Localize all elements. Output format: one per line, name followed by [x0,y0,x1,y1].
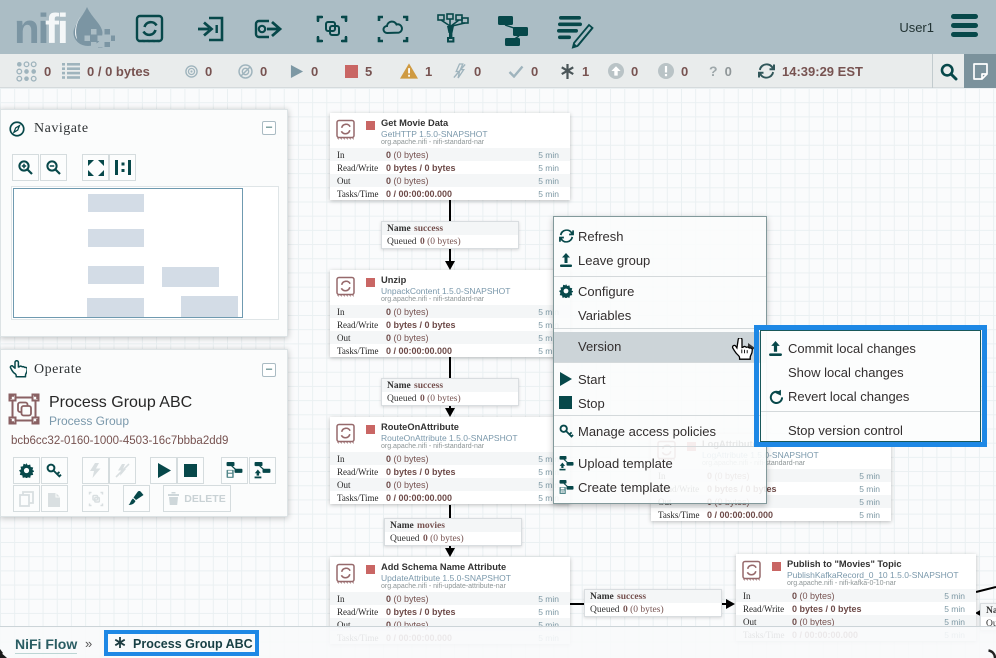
svg-text:ni: ni [14,6,47,48]
svg-text:fi: fi [45,6,67,48]
